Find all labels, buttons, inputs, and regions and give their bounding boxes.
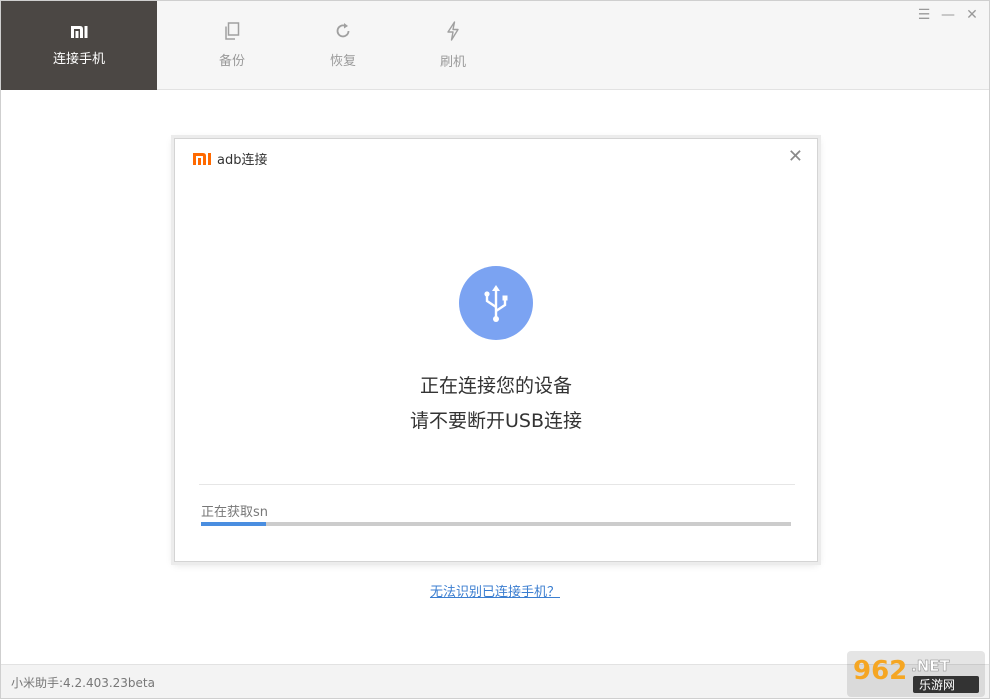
tab-label: 恢复	[329, 54, 356, 69]
svg-text:962: 962	[853, 656, 907, 686]
progress-fill	[201, 522, 266, 526]
mi-logo-icon	[192, 151, 212, 165]
watermark-logo: 962 .NET 乐游网	[847, 649, 985, 697]
progress-bar	[201, 522, 791, 526]
app-window: 连接手机 备份 恢复 刷机 ☰ — ✕ 无法识别已连接手机？ 小米助手:4.2.…	[0, 0, 990, 699]
window-controls: ☰ — ✕	[917, 7, 979, 23]
tab-connect-phone[interactable]: 连接手机	[1, 1, 157, 90]
minimize-icon[interactable]: —	[941, 7, 955, 23]
close-icon[interactable]: ✕	[965, 7, 979, 23]
top-nav-bar: 连接手机 备份 恢复 刷机 ☰ — ✕	[1, 1, 989, 90]
tab-backup[interactable]: 备份	[187, 1, 277, 90]
tab-label: 备份	[218, 54, 245, 69]
progress-label: 正在获取sn	[201, 505, 269, 520]
tab-restore[interactable]: 恢复	[298, 1, 388, 90]
close-icon[interactable]: ✕	[788, 148, 803, 166]
menu-icon[interactable]: ☰	[917, 7, 931, 23]
connecting-message: 正在连接您的设备	[419, 375, 572, 397]
svg-text:.NET: .NET	[911, 657, 950, 675]
dialog-title: adb连接	[217, 153, 268, 168]
copy-icon	[224, 22, 240, 44]
lightning-icon	[445, 21, 461, 45]
tab-label: 连接手机	[52, 51, 105, 67]
tab-label: 刷机	[439, 55, 466, 70]
tab-flash[interactable]: 刷机	[408, 1, 498, 90]
status-bar: 小米助手:4.2.403.23beta	[1, 664, 989, 698]
svg-text:乐游网: 乐游网	[919, 678, 955, 692]
mi-logo-icon	[70, 25, 88, 42]
version-text: 小米助手:4.2.403.23beta	[11, 676, 155, 690]
adb-connect-dialog: adb连接 ✕ 正在连接您的设备 请不要断开USB连接 正在获取sn	[174, 138, 818, 562]
help-link[interactable]: 无法识别已连接手机？	[1, 581, 989, 600]
divider	[199, 484, 795, 485]
warning-message: 请不要断开USB连接	[409, 410, 582, 432]
usb-icon	[459, 266, 533, 340]
refresh-icon	[334, 22, 352, 44]
dialog-header: adb连接 ✕	[175, 139, 817, 177]
